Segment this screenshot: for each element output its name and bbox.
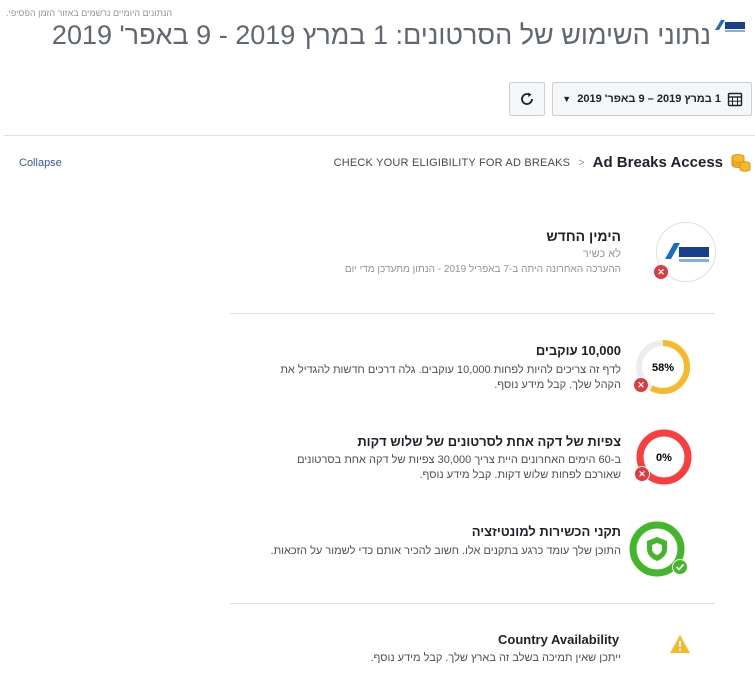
breadcrumb: CHECK YOUR ELIGIBILITY FOR AD BREAKS > A… xyxy=(334,154,723,171)
page-logo-icon xyxy=(713,16,747,36)
followers-progress-label: 58% xyxy=(652,362,674,374)
check-icon xyxy=(675,563,685,571)
last-review-note: ההערכה האחרונה היתה ב-7 באפריל 2019 - הנ… xyxy=(344,264,621,275)
calendar-icon xyxy=(727,92,743,107)
section-divider xyxy=(230,603,715,604)
eligibility-status: לא כשיר xyxy=(582,248,621,260)
country-availability-title: Country Availability xyxy=(498,632,620,647)
views-progress-label: 0% xyxy=(656,452,672,464)
breadcrumb-current: Ad Breaks Access xyxy=(592,154,723,171)
page-title: נתוני השימוש של הסרטונים: 1 במרץ 2019 - … xyxy=(51,20,711,50)
timezone-note: הנתונים היומיים נרשמים באזור הזמן הפסיפי… xyxy=(6,8,173,18)
requirement-description: התוכן שלך עומד כרגע בתקנים אלו. חשוב להכ… xyxy=(270,545,621,557)
requirement-failed-icon: ✕ xyxy=(633,377,649,393)
refresh-icon xyxy=(521,92,533,105)
requirement-title: תקני הכשירות למונטיזציה xyxy=(471,524,621,539)
caret-down-icon: ▼ xyxy=(562,94,572,104)
coins-icon xyxy=(731,154,751,172)
requirement-passed-icon xyxy=(672,559,688,575)
header-divider xyxy=(4,135,755,136)
collapse-link[interactable]: Collapse xyxy=(19,157,62,169)
breadcrumb-eligibility-link[interactable]: CHECK YOUR ELIGIBILITY FOR AD BREAKS xyxy=(334,157,571,169)
requirement-title: 10,000 עוקבים xyxy=(535,343,621,358)
requirement-failed-icon: ✕ xyxy=(634,466,650,482)
requirement-description: לדף זה צריכים להיות לפחות 10,000 עוקבים.… xyxy=(280,364,621,391)
breadcrumb-separator: > xyxy=(578,156,585,169)
country-availability-text: ייתכן שאין תמיכה בשלב זה בארץ שלך. קבל מ… xyxy=(370,652,621,664)
section-divider xyxy=(230,313,715,314)
date-range-label: 1 במרץ 2019 – 9 באפר' 2019 xyxy=(577,93,721,105)
page-name: הימין החדש xyxy=(546,228,621,244)
date-range-selector[interactable]: ▼ 1 במרץ 2019 – 9 באפר' 2019 xyxy=(552,82,752,116)
warning-icon xyxy=(670,635,690,653)
not-eligible-icon: ✕ xyxy=(653,264,669,280)
requirement-description: ב-60 הימים האחרונים היית צריך 30,000 צפי… xyxy=(297,454,621,481)
refresh-button[interactable] xyxy=(509,82,545,116)
requirement-title: צפיות של דקה אחת לסרטונים של שלוש דקות xyxy=(357,434,621,449)
